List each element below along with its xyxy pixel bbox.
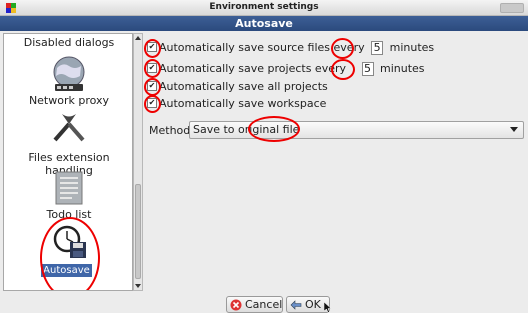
save-workspace-checkbox[interactable]: ✔ [147,98,157,108]
save-all-projects-label: Automatically save all projects [159,80,328,93]
chevron-down-icon[interactable] [510,127,518,132]
cursor-icon [324,302,332,313]
tools-icon [53,114,85,142]
save-source-label: Automatically save source files every [159,41,365,54]
sidebar-scrollbar[interactable] [133,33,143,291]
cancel-icon [230,299,242,311]
option-save-source-files: ✔ Automatically save source files every 5… [147,40,434,56]
save-projects-interval-input[interactable]: 5 [361,62,374,76]
ok-label: OK [305,298,321,311]
cancel-label: Cancel [245,298,283,311]
window-titlebar: Environment settings [0,0,528,16]
dialog-buttons: Cancel OK [0,296,528,313]
clock-save-icon [53,225,86,258]
save-projects-unit: minutes [380,62,425,75]
option-save-projects: ✔ Automatically save projects every 5 min… [147,61,425,77]
sidebar-item-disabled-dialogs[interactable]: Disabled dialogs [4,36,132,49]
method-selected-value: Save to original file [193,123,300,136]
sidebar-item-autosave[interactable]: Autosave [41,264,92,277]
method-label: Method: [149,124,194,137]
option-save-workspace: ✔ Automatically save workspace [147,96,326,112]
window-controls[interactable] [500,3,524,13]
save-source-interval-input[interactable]: 5 [371,41,384,55]
page-title: Autosave [0,16,528,31]
scroll-up-icon[interactable] [135,36,141,40]
globe-network-icon [53,56,85,91]
window-title: Environment settings [209,2,319,12]
sidebar-item-todo-list[interactable]: Todo list [4,208,132,221]
save-workspace-label: Automatically save workspace [159,97,327,110]
scroll-down-icon[interactable] [135,284,141,288]
document-list-icon [55,171,83,205]
option-save-all-projects: ✔ Automatically save all projects [147,79,328,95]
save-projects-label: Automatically save projects every [159,62,346,75]
cancel-button[interactable]: Cancel [226,296,283,313]
sidebar-item-network-proxy[interactable]: Network proxy [4,94,132,107]
save-source-checkbox[interactable]: ✔ [147,42,157,52]
save-all-projects-checkbox[interactable]: ✔ [147,81,157,91]
ok-icon [290,300,302,310]
scroll-thumb[interactable] [135,184,141,279]
save-source-unit: minutes [389,41,435,54]
method-select[interactable]: Save to original file [189,121,524,139]
settings-sidebar: Disabled dialogs Network proxy Files ext… [3,33,133,291]
save-projects-checkbox[interactable]: ✔ [147,63,157,73]
